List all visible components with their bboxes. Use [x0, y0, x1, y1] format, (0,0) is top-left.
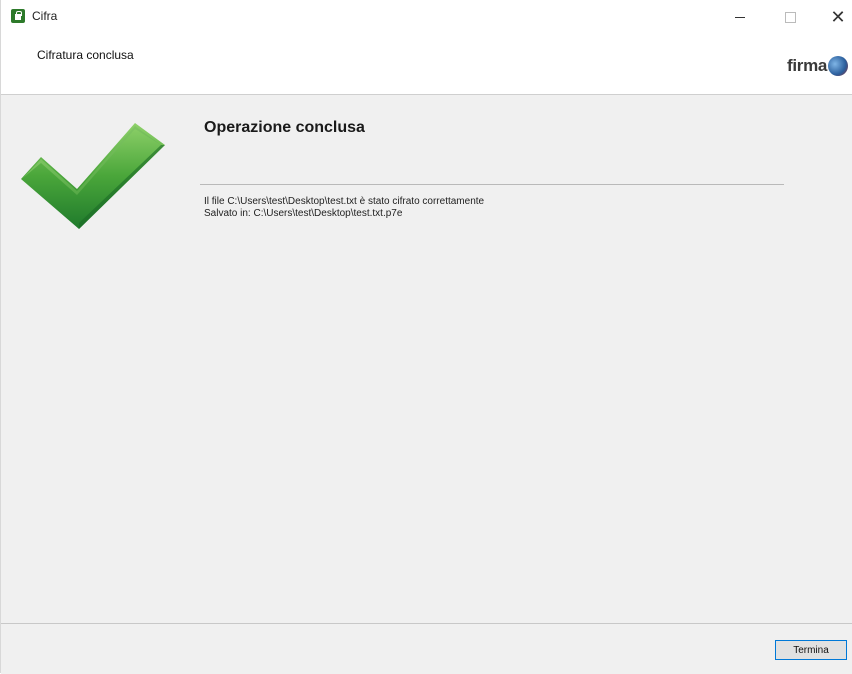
minimize-icon [735, 16, 745, 18]
close-button[interactable]: ✕ [815, 4, 852, 30]
firma-logo: firma [787, 54, 849, 78]
content-panel: Operazione conclusa Il file C:\Users\tes… [1, 95, 852, 623]
checkmark-icon [21, 123, 165, 229]
wizard-header: Cifratura conclusa firma [1, 34, 852, 95]
header-title: Cifratura conclusa [37, 48, 134, 62]
saved-path: Salvato in: C:\Users\test\Desktop\test.t… [204, 208, 403, 219]
result-message: Il file C:\Users\test\Desktop\test.txt è… [204, 196, 485, 207]
operation-heading: Operazione conclusa [204, 119, 365, 136]
logo-mark-icon [828, 56, 849, 76]
separator [200, 184, 784, 185]
app-window: Cifra ✕ Cifratura conclusa firma Operazi… [0, 0, 852, 674]
finish-button[interactable]: Termina [775, 640, 847, 660]
maximize-button[interactable] [767, 4, 813, 30]
minimize-button[interactable] [717, 4, 763, 30]
lock-icon [11, 9, 25, 23]
footer-bar: Termina [1, 623, 852, 674]
maximize-icon [784, 11, 796, 23]
logo-text: firma [787, 56, 828, 75]
close-icon: ✕ [830, 6, 846, 28]
window-title: Cifra [32, 9, 58, 23]
title-bar[interactable]: Cifra ✕ [1, 0, 852, 34]
